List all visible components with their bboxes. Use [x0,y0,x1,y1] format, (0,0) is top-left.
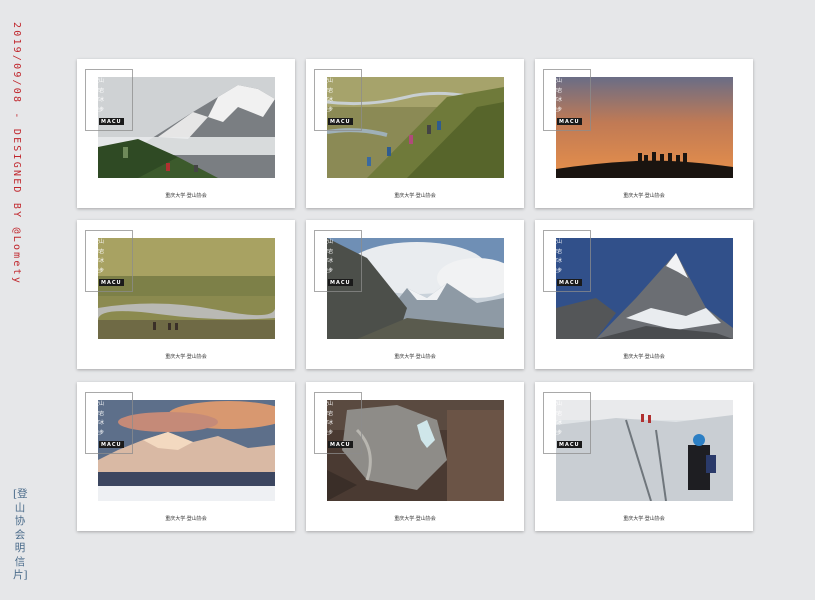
motto-list: 登山 攀岩 攀冰 徒步 [320,77,333,115]
motto-list: 登山 攀岩 攀冰 徒步 [320,238,333,276]
motto-item: 攀岩 [320,86,333,96]
brand-badge: MACU [557,441,582,448]
brand-badge: MACU [99,118,124,125]
side-date-text: 2019/09/08 - DESIGNED BY @Lomety [11,22,22,286]
motto-item: 攀冰 [320,419,333,429]
postcard-2[interactable]: 登山 攀岩 攀冰 徒步 MACU 重庆大学·登山协会 [306,59,524,208]
motto-item: 登山 [549,400,562,410]
motto-list: 登山 攀岩 攀冰 徒步 [549,77,562,115]
motto-list: 登山 攀岩 攀冰 徒步 [91,238,104,276]
motto-item: 徒步 [91,105,104,115]
motto-item: 登山 [91,400,104,410]
postcard-caption: 重庆大学·登山协会 [623,193,665,199]
motto-item: 徒步 [549,428,562,438]
motto-item: 徒步 [320,428,333,438]
postcard-1[interactable]: 登山 攀岩 攀冰 徒步 MACU 重庆大学·登山协会 [77,59,295,208]
motto-item: 徒步 [320,266,333,276]
motto-item: 攀冰 [549,419,562,429]
motto-item: 攀冰 [91,96,104,106]
motto-item: 攀冰 [549,96,562,106]
postcard-caption: 重庆大学·登山协会 [623,516,665,522]
motto-item: 登山 [91,77,104,87]
motto-item: 攀岩 [91,247,104,257]
motto-item: 攀冰 [549,257,562,267]
motto-item: 登山 [320,238,333,248]
postcard-7[interactable]: 登山 攀岩 攀冰 徒步 MACU 重庆大学·登山协会 [77,382,295,531]
brand-badge: MACU [328,118,353,125]
postcard-caption: 重庆大学·登山协会 [394,354,436,360]
brand-badge: MACU [328,279,353,286]
motto-item: 攀岩 [320,409,333,419]
motto-item: 登山 [320,400,333,410]
motto-list: 登山 攀岩 攀冰 徒步 [320,400,333,438]
brand-badge: MACU [557,279,582,286]
postcard-caption: 重庆大学·登山协会 [165,354,207,360]
postcard-6[interactable]: 登山 攀岩 攀冰 徒步 MACU 重庆大学·登山协会 [535,220,753,369]
postcard-5[interactable]: 登山 攀岩 攀冰 徒步 MACU 重庆大学·登山协会 [306,220,524,369]
brand-badge: MACU [99,279,124,286]
motto-item: 徒步 [549,266,562,276]
motto-item: 登山 [549,77,562,87]
motto-item: 徒步 [91,428,104,438]
side-date: 2019/09/08 - DESIGNED BY @Lomety [6,22,22,285]
motto-item: 攀岩 [549,86,562,96]
postcard-caption: 重庆大学·登山协会 [165,193,207,199]
motto-list: 登山 攀岩 攀冰 徒步 [549,238,562,276]
postcard-caption: 重庆大学·登山协会 [394,516,436,522]
motto-item: 攀冰 [320,257,333,267]
brand-badge: MACU [328,441,353,448]
brand-badge: MACU [99,441,124,448]
brand-badge: MACU [557,118,582,125]
postcard-8[interactable]: 登山 攀岩 攀冰 徒步 MACU 重庆大学·登山协会 [306,382,524,531]
postcard-3[interactable]: 登山 攀岩 攀冰 徒步 MACU 重庆大学·登山协会 [535,59,753,208]
motto-item: 徒步 [320,105,333,115]
side-title: [登山协会明信片] [13,488,28,581]
postcard-caption: 重庆大学·登山协会 [394,193,436,199]
motto-item: 攀冰 [320,96,333,106]
motto-item: 攀岩 [91,409,104,419]
motto-item: 登山 [91,238,104,248]
motto-list: 登山 攀岩 攀冰 徒步 [91,77,104,115]
postcard-caption: 重庆大学·登山协会 [623,354,665,360]
motto-list: 登山 攀岩 攀冰 徒步 [91,400,104,438]
motto-list: 登山 攀岩 攀冰 徒步 [549,400,562,438]
motto-item: 登山 [320,77,333,87]
motto-item: 徒步 [549,105,562,115]
motto-item: 攀岩 [549,247,562,257]
motto-item: 攀冰 [91,257,104,267]
motto-item: 攀岩 [549,409,562,419]
motto-item: 徒步 [91,266,104,276]
motto-item: 登山 [549,238,562,248]
postcard-9[interactable]: 登山 攀岩 攀冰 徒步 MACU 重庆大学·登山协会 [535,382,753,531]
postcard-caption: 重庆大学·登山协会 [165,516,207,522]
postcard-4[interactable]: 登山 攀岩 攀冰 徒步 MACU 重庆大学·登山协会 [77,220,295,369]
motto-item: 攀岩 [320,247,333,257]
motto-item: 攀冰 [91,419,104,429]
motto-item: 攀岩 [91,86,104,96]
